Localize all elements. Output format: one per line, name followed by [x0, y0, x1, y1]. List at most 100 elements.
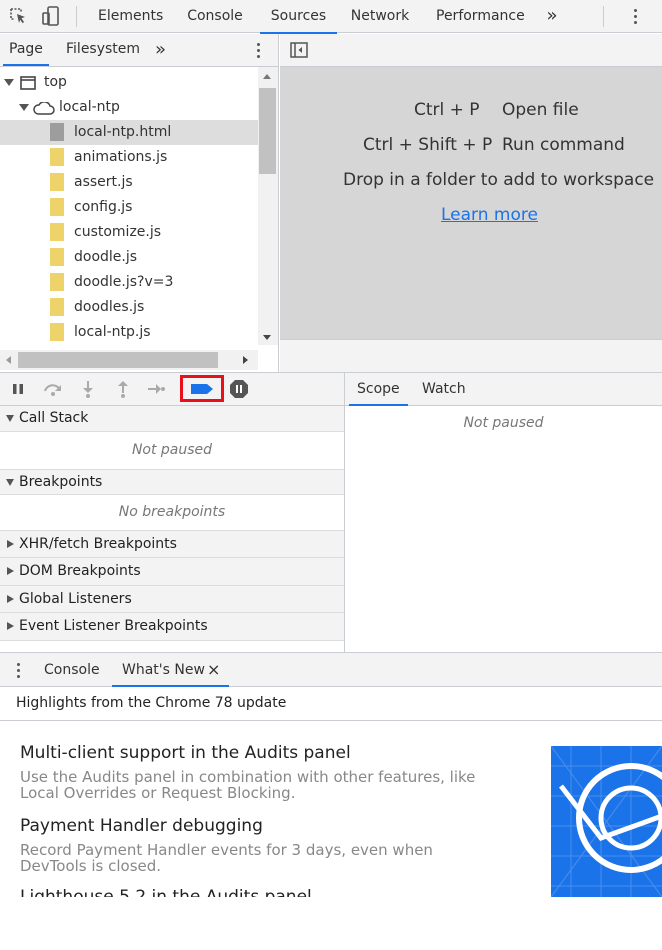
js-file-icon	[50, 323, 64, 341]
scroll-left-arrow-icon[interactable]	[4, 355, 12, 365]
collapse-arrow-icon	[7, 567, 14, 575]
feature-description: Record Payment Handler events for 3 days…	[20, 841, 433, 875]
js-file-icon	[50, 298, 64, 316]
section-label: Call Stack	[19, 410, 89, 426]
tree-file[interactable]: customize.js	[0, 220, 258, 245]
tab-console[interactable]: Console	[187, 0, 243, 33]
tab-network[interactable]: Network	[350, 0, 410, 33]
close-tab-icon[interactable]: ×	[207, 653, 220, 687]
tree-label: doodle.js?v=3	[74, 274, 174, 290]
feature-title[interactable]: Lighthouse 5.2 in the Audits panel	[20, 887, 312, 897]
toolbar-divider	[76, 6, 77, 27]
tab-watch[interactable]: Watch	[422, 373, 466, 406]
tree-file[interactable]: doodles.js	[0, 295, 258, 320]
tree-label: assert.js	[74, 174, 133, 190]
tab-performance[interactable]: Performance	[436, 0, 525, 33]
shortcut-keys: Ctrl + P	[414, 100, 480, 120]
breakpoints-empty: No breakpoints	[118, 504, 226, 520]
tab-elements[interactable]: Elements	[98, 0, 163, 33]
step-over-icon[interactable]	[41, 377, 65, 401]
section-label: DOM Breakpoints	[19, 563, 141, 579]
call-stack-header[interactable]: Call Stack	[0, 406, 344, 432]
tree-label: local-ntp.js	[74, 324, 151, 340]
xhr-breakpoints-header[interactable]: XHR/fetch Breakpoints	[0, 530, 344, 558]
drawer-tabbar: Console What's New ×	[0, 652, 662, 687]
deactivate-breakpoints-icon[interactable]	[190, 377, 214, 401]
tree-file[interactable]: local-ntp.js	[0, 320, 258, 345]
scope-watch-tabbar: Scope Watch	[345, 372, 662, 406]
section-label: Global Listeners	[19, 591, 132, 607]
more-tabs-icon[interactable]: »	[540, 0, 564, 33]
cloud-icon	[33, 102, 55, 115]
tab-page[interactable]: Page	[3, 34, 49, 66]
tree-file[interactable]: doodle.js?v=3	[0, 270, 258, 295]
tree-vertical-scroll-thumb[interactable]	[259, 88, 276, 174]
tree-node-origin[interactable]: local-ntp	[0, 95, 258, 120]
whats-new-header: Highlights from the Chrome 78 update	[0, 687, 662, 721]
expand-arrow-icon	[4, 79, 14, 86]
toolbar-divider	[603, 6, 604, 27]
file-tree: top local-ntp local-ntp.html animations.…	[0, 67, 279, 372]
toggle-navigator-icon[interactable]	[290, 42, 308, 58]
expand-arrow-icon	[6, 415, 14, 422]
pause-resume-icon[interactable]	[6, 377, 30, 401]
tree-label: doodles.js	[74, 299, 145, 315]
editor-status-bar	[280, 339, 662, 372]
section-label: Event Listener Breakpoints	[19, 618, 208, 634]
inspect-element-icon[interactable]	[6, 4, 30, 28]
tab-sources[interactable]: Sources	[260, 0, 337, 34]
device-toolbar-icon[interactable]	[39, 4, 63, 28]
shortcut-keys: Ctrl + Shift + P	[363, 135, 493, 155]
tree-label: config.js	[74, 199, 133, 215]
step-out-icon[interactable]	[111, 377, 135, 401]
breakpoints-header[interactable]: Breakpoints	[0, 469, 344, 495]
drawer-tab-whats-new[interactable]: What's New	[112, 653, 229, 687]
tree-file[interactable]: assert.js	[0, 170, 258, 195]
collapse-arrow-icon	[7, 595, 14, 603]
tab-scope[interactable]: Scope	[349, 373, 408, 406]
tree-node-top[interactable]: top	[0, 70, 258, 95]
tree-file[interactable]: animations.js	[0, 145, 258, 170]
js-file-icon	[50, 248, 64, 266]
global-listeners-header[interactable]: Global Listeners	[0, 586, 344, 613]
collapse-arrow-icon	[7, 540, 14, 548]
tab-filesystem[interactable]: Filesystem	[66, 34, 140, 66]
tree-label: local-ntp	[59, 99, 120, 115]
tree-file[interactable]: config.js	[0, 195, 258, 220]
event-listener-breakpoints-header[interactable]: Event Listener Breakpoints	[0, 613, 344, 641]
js-file-icon	[50, 223, 64, 241]
shortcut-action: Run command	[502, 135, 625, 155]
dom-breakpoints-header[interactable]: DOM Breakpoints	[0, 558, 344, 586]
tree-label: doodle.js	[74, 249, 138, 265]
scroll-down-arrow-icon[interactable]	[262, 334, 272, 342]
kebab-menu-icon[interactable]	[624, 4, 646, 28]
pause-on-exceptions-icon[interactable]	[227, 377, 251, 401]
tree-file[interactable]: local-ntp.html	[0, 120, 258, 145]
feature-title[interactable]: Payment Handler debugging	[20, 816, 263, 836]
js-file-icon	[50, 148, 64, 166]
scroll-right-arrow-icon[interactable]	[242, 355, 250, 365]
scroll-up-arrow-icon[interactable]	[262, 72, 272, 80]
editor-placeholder: Ctrl + P Open file Ctrl + Shift + P Run …	[280, 67, 662, 339]
step-into-icon[interactable]	[76, 377, 100, 401]
js-file-icon	[50, 198, 64, 216]
tree-file[interactable]: doodle.js	[0, 245, 258, 270]
navigator-menu-icon[interactable]	[248, 38, 268, 62]
more-navigator-tabs-icon[interactable]: »	[155, 34, 166, 66]
tree-label: animations.js	[74, 149, 168, 165]
learn-more-link[interactable]: Learn more	[441, 205, 538, 225]
scope-panel: Not paused	[345, 406, 662, 652]
chrome-update-illustration	[551, 746, 662, 897]
drawer-menu-icon[interactable]	[8, 658, 28, 682]
section-label: XHR/fetch Breakpoints	[19, 536, 177, 552]
tree-horizontal-scroll-thumb[interactable]	[18, 352, 218, 368]
step-icon[interactable]	[144, 377, 168, 401]
expand-arrow-icon	[19, 104, 29, 111]
editor-tabbar	[280, 34, 662, 67]
debugger-sidebar: Call Stack Not paused Breakpoints No bre…	[0, 406, 345, 652]
drawer-tab-console[interactable]: Console	[44, 653, 100, 687]
feature-title[interactable]: Multi-client support in the Audits panel	[20, 743, 351, 763]
navigator-tabbar: Page Filesystem »	[0, 34, 279, 67]
tree-label: customize.js	[74, 224, 162, 240]
js-file-icon	[50, 173, 64, 191]
